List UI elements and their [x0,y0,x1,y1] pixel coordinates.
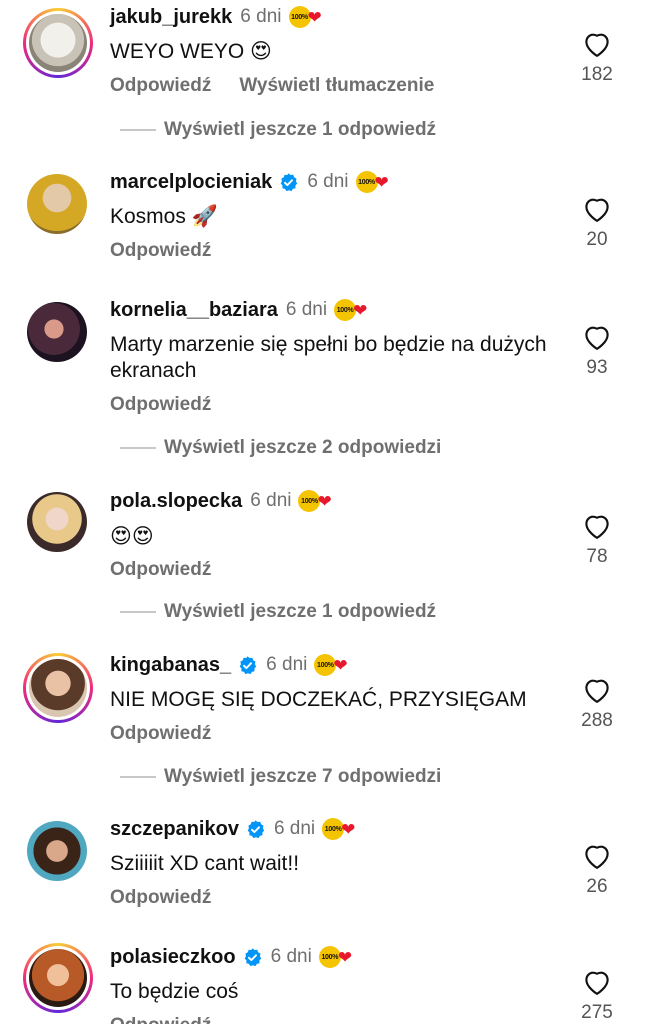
like-button[interactable]: 93 [567,323,627,379]
verified-check-icon [244,947,261,966]
view-more-replies-label: Wyświetl jeszcze 7 odpowiedzi [164,766,442,787]
username[interactable]: polasieczkoo [110,946,236,969]
like-count: 182 [581,64,613,85]
avatar[interactable] [27,302,87,362]
hundred-badge-icon: 100% ❤ [355,171,389,193]
heart-outline-icon [585,198,609,222]
heart-outline-icon [585,33,609,57]
verified-check-icon [239,655,257,674]
divider [120,776,156,778]
heart-outline-icon [585,679,609,703]
comment-text: Sziiiiit XD cant wait!! [110,852,300,875]
reply-button[interactable]: Odpowiedź [110,723,211,745]
view-more-replies-button[interactable]: Wyświetl jeszcze 1 odpowiedź [120,600,436,624]
like-count: 78 [586,546,608,567]
avatar-story-ring[interactable] [23,943,93,1013]
username[interactable]: jakub_jurekk [110,6,232,29]
translate-button[interactable]: Wyświetl tłumaczenie [239,75,434,97]
timestamp: 6 dni [307,171,349,192]
comment-text: 😍😍 [110,524,154,548]
view-more-replies-label: Wyświetl jeszcze 1 odpowiedź [164,601,437,622]
like-count: 20 [586,229,608,250]
avatar[interactable] [27,492,87,552]
reply-button[interactable]: Odpowiedź [110,559,211,581]
username[interactable]: pola.slopecka [110,490,242,513]
comment-text: To będzie coś [110,980,239,1003]
timestamp: 6 dni [250,490,292,511]
hundred-badge-icon: 100% ❤ [322,818,355,840]
divider [120,129,156,131]
reply-button[interactable]: Odpowiedź [110,1015,211,1024]
like-count: 288 [581,710,613,731]
comment-text: WEYO WEYO 😍 [110,40,272,63]
view-more-replies-label: Wyświetl jeszcze 2 odpowiedzi [164,437,442,458]
username[interactable]: marcelplocieniak [110,171,272,194]
avatar-story-ring[interactable] [23,653,93,723]
avatar [29,14,87,72]
like-button[interactable]: 275 [567,968,627,1024]
username[interactable]: kornelia__baziara [110,299,278,322]
avatar[interactable] [27,174,87,234]
timestamp: 6 dni [266,654,308,675]
verified-check-icon [281,172,298,191]
view-more-replies-button[interactable]: Wyświetl jeszcze 1 odpowiedź [120,118,436,142]
like-count: 26 [586,876,608,897]
like-button[interactable]: 182 [567,30,627,86]
avatar [29,949,87,1007]
username[interactable]: szczepanikov [110,818,239,841]
reply-button[interactable]: Odpowiedź [110,394,211,416]
heart-outline-icon [585,971,609,995]
avatar-story-ring[interactable] [23,8,93,78]
view-more-replies-button[interactable]: Wyświetl jeszcze 2 odpowiedzi [120,436,441,460]
hundred-badge-icon: 100% ❤ [298,490,332,512]
avatar [29,659,87,717]
like-count: 93 [586,357,608,378]
heart-outline-icon [585,845,609,869]
timestamp: 6 dni [285,299,328,320]
reply-button[interactable]: Odpowiedź [110,887,211,909]
timestamp: 6 dni [240,6,282,27]
comment-text: NIE MOGĘ SIĘ DOCZEKAĆ, PRZYSIĘGAM [110,688,527,711]
reply-button[interactable]: Odpowiedź [110,75,211,97]
avatar[interactable] [27,821,87,881]
heart-outline-icon [585,515,609,539]
hundred-badge-icon: 100% ❤ [314,654,348,676]
like-button[interactable]: 26 [567,842,627,898]
like-button[interactable]: 20 [567,195,627,251]
view-more-replies-button[interactable]: Wyświetl jeszcze 7 odpowiedzi [120,765,441,789]
hundred-badge-icon: 100% ❤ [318,946,352,968]
reply-button[interactable]: Odpowiedź [110,240,211,262]
hundred-badge-icon: 100% ❤ [334,299,367,321]
view-more-replies-label: Wyświetl jeszcze 1 odpowiedź [164,119,437,140]
username[interactable]: kingabanas_ [110,654,231,677]
like-button[interactable]: 78 [567,512,627,568]
verified-check-icon [247,819,265,838]
heart-outline-icon [585,326,609,350]
comment-text: Kosmos 🚀 [110,205,218,228]
divider [120,611,156,613]
hundred-badge-icon: 100% ❤ [288,6,322,28]
comment-text: Marty marzenie się spełni bo będzie na d… [110,333,547,382]
timestamp: 6 dni [270,946,312,967]
divider [120,447,156,449]
timestamp: 6 dni [273,818,316,839]
like-button[interactable]: 288 [567,676,627,732]
like-count: 275 [581,1002,613,1023]
